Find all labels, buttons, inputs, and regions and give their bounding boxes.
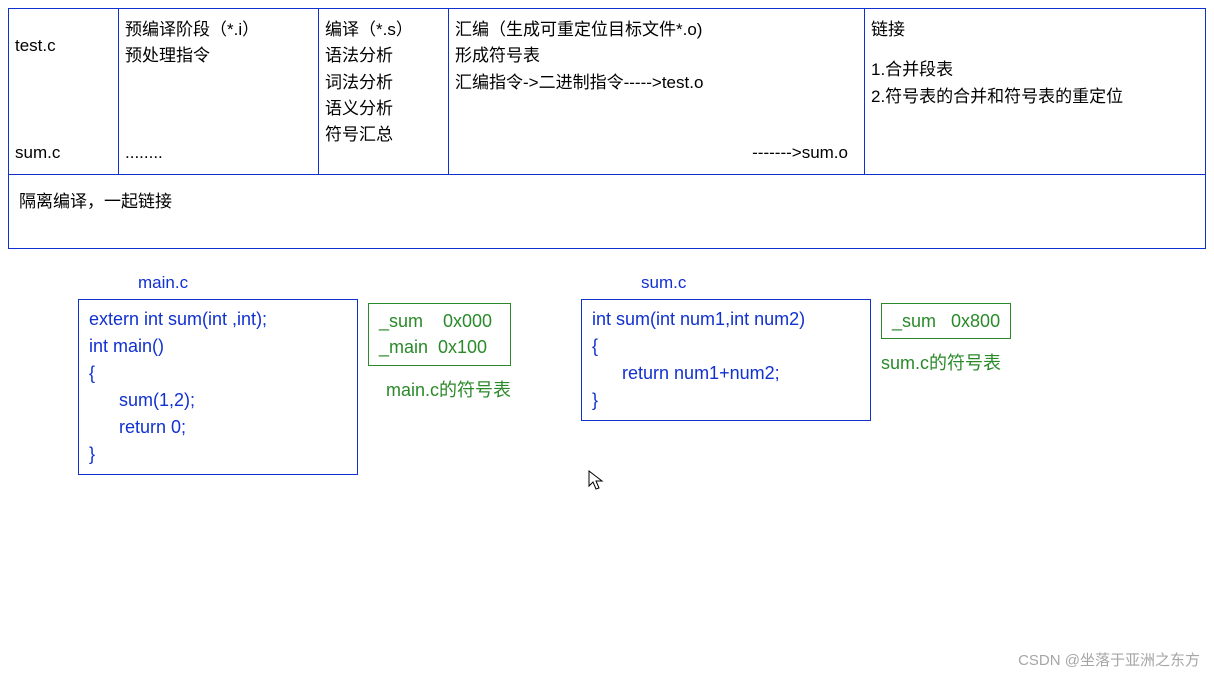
sum-sym-table: _sum 0x800 <box>881 303 1011 339</box>
c1-row2: ........ <box>125 140 312 166</box>
main-sym-group: _sum 0x000 _main 0x100 main.c的符号表 <box>368 303 511 401</box>
compilation-table: test.c sum.c 预编译阶段（*.i） 预处理指令 ........ 编… <box>8 8 1206 249</box>
table-footer: 隔离编译，一起链接 <box>9 175 1205 248</box>
cell-testc: test.c <box>15 33 112 59</box>
cell-sumc: sum.c <box>15 140 112 166</box>
c4-line2: 1.合并段表 <box>871 57 1199 83</box>
c1-line2: 预处理指令 <box>125 43 312 69</box>
main-sym-table: _sum 0x000 _main 0x100 <box>368 303 511 365</box>
col-assemble: 汇编（生成可重定位目标文件*.o) 形成符号表 汇编指令->二进制指令-----… <box>449 9 865 174</box>
c4-line1: 链接 <box>871 17 1199 43</box>
c2-line4: 语义分析 <box>325 96 442 122</box>
sum-c-code: int sum(int num1,int num2) { return num1… <box>581 299 871 421</box>
main-c-title: main.c <box>138 273 358 293</box>
sum-c-group: sum.c int sum(int num1,int num2) { retur… <box>581 273 871 421</box>
c3-line3: 汇编指令->二进制指令----->test.o <box>455 70 858 96</box>
sum-sym-group: _sum 0x800 sum.c的符号表 <box>881 303 1011 375</box>
main-c-group: main.c extern int sum(int ,int); int mai… <box>78 273 358 475</box>
col-preprocess: 预编译阶段（*.i） 预处理指令 ........ <box>119 9 319 174</box>
c2-line5: 符号汇总 <box>325 122 442 148</box>
c2-line2: 语法分析 <box>325 43 442 69</box>
watermark-text: CSDN @坐落于亚洲之东方 <box>1018 649 1200 670</box>
c2-line1: 编译（*.s） <box>325 17 442 43</box>
main-c-code: extern int sum(int ,int); int main() { s… <box>78 299 358 475</box>
c3-row2: ------->sum.o <box>455 140 858 166</box>
c4-line3: 2.符号表的合并和符号表的重定位 <box>871 84 1199 110</box>
table-top: test.c sum.c 预编译阶段（*.i） 预处理指令 ........ 编… <box>9 9 1205 175</box>
col-compile: 编译（*.s） 语法分析 词法分析 语义分析 符号汇总 <box>319 9 449 174</box>
sum-c-title: sum.c <box>641 273 871 293</box>
c2-line3: 词法分析 <box>325 70 442 96</box>
col-link: 链接 1.合并段表 2.符号表的合并和符号表的重定位 <box>865 9 1205 174</box>
c3-line2: 形成符号表 <box>455 43 858 69</box>
c1-line1: 预编译阶段（*.i） <box>125 17 312 43</box>
sum-sym-caption: sum.c的符号表 <box>881 349 1011 375</box>
main-sym-caption: main.c的符号表 <box>386 376 511 402</box>
c3-line1: 汇编（生成可重定位目标文件*.o) <box>455 17 858 43</box>
col-source-files: test.c sum.c <box>9 9 119 174</box>
code-examples: main.c extern int sum(int ,int); int mai… <box>8 273 1206 475</box>
